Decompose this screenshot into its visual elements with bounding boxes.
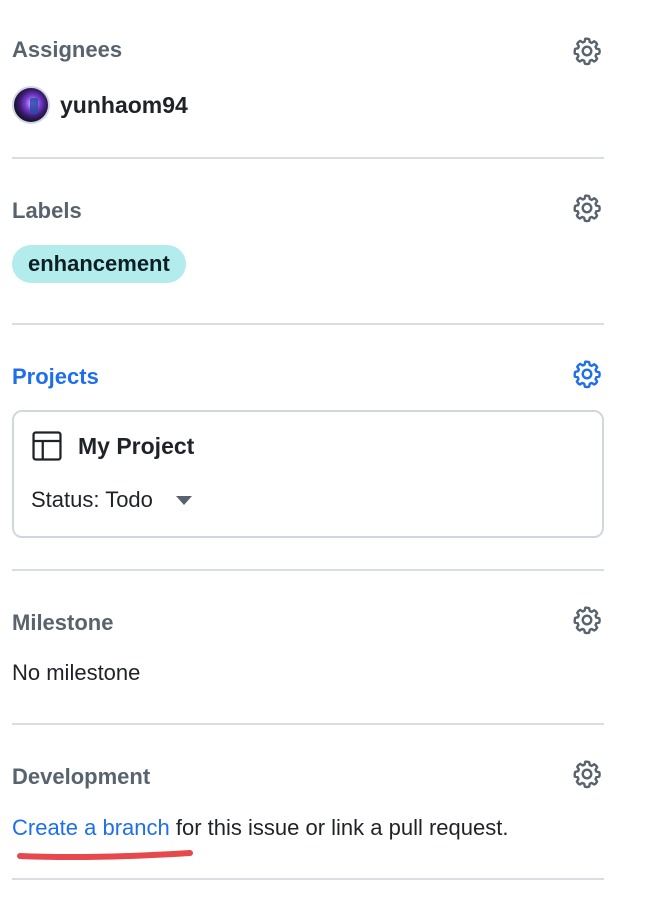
milestone-value: No milestone: [12, 660, 141, 685]
table-icon: [32, 431, 62, 461]
project-name: My Project: [78, 432, 195, 459]
issue-sidebar: Assignees yunhaom94 Labels enhancement P…: [12, 0, 604, 880]
development-rest-text: for this issue or link a pull request.: [169, 815, 509, 840]
projects-gear-icon[interactable]: [570, 357, 604, 391]
development-section: Development Create a branch for this iss…: [12, 725, 604, 880]
milestone-gear-icon[interactable]: [570, 603, 604, 637]
project-link[interactable]: My Project: [30, 429, 194, 463]
project-card: My Project Status: Todo: [12, 410, 604, 538]
milestone-title: Milestone: [12, 610, 114, 635]
avatar: [12, 86, 50, 124]
projects-section: Projects My Project Status: Todo: [12, 325, 604, 571]
assignees-section: Assignees yunhaom94: [12, 0, 604, 159]
assignee-item[interactable]: yunhaom94: [12, 85, 188, 125]
labels-section: Labels enhancement: [12, 159, 604, 325]
assignees-title: Assignees: [12, 37, 123, 62]
assignees-gear-icon[interactable]: [570, 34, 604, 68]
label-enhancement[interactable]: enhancement: [12, 245, 186, 283]
labels-gear-icon[interactable]: [570, 191, 604, 225]
project-status-text: Status: Todo: [31, 487, 153, 512]
labels-title: Labels: [12, 198, 82, 223]
development-gear-icon[interactable]: [570, 757, 604, 791]
milestone-section: Milestone No milestone: [12, 571, 604, 725]
development-description: Create a branch for this issue or link a…: [12, 815, 508, 841]
project-status-dropdown[interactable]: Status: Todo: [31, 487, 193, 513]
assignee-username: yunhaom94: [60, 91, 188, 118]
development-title: Development: [12, 764, 151, 789]
red-annotation-underline: [17, 850, 193, 860]
create-branch-link[interactable]: Create a branch: [12, 815, 170, 840]
triangle-down-icon: [175, 496, 192, 505]
projects-title: Projects: [12, 364, 99, 389]
